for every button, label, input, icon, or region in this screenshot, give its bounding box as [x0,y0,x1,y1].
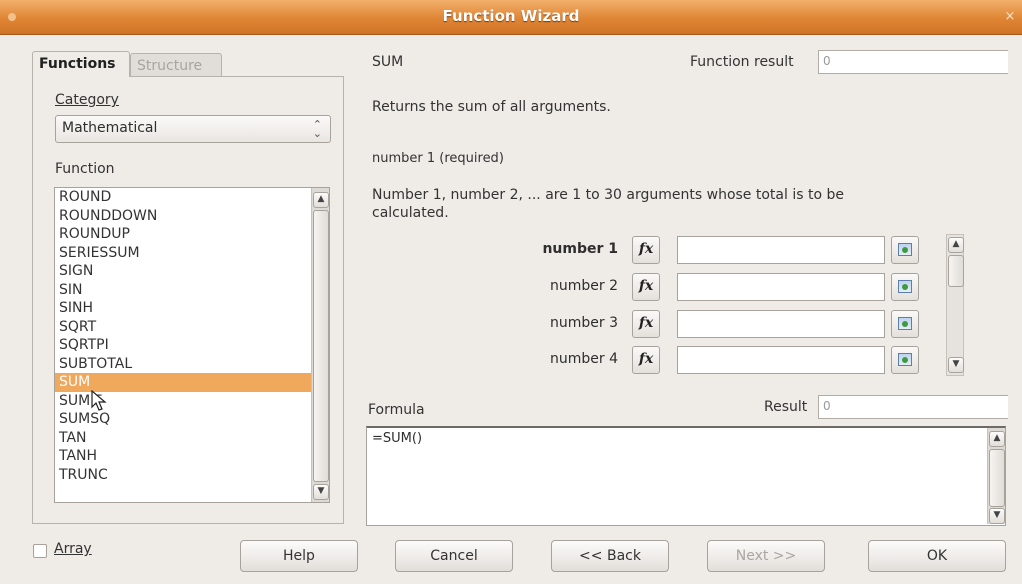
window-title: Function Wizard [442,7,580,25]
scroll-up-icon[interactable]: ▲ [313,192,329,208]
function-list-item[interactable]: SINH [55,299,329,318]
select-range-icon [898,243,912,256]
category-combo[interactable]: Mathematical ⌃ ⌄ [55,115,331,143]
formula-editor[interactable]: =SUM() ▲ ▼ [366,426,1006,526]
fx-button-number-1[interactable]: fx [632,236,660,264]
fx-button-number-2[interactable]: fx [632,273,660,301]
shrink-button-number-3[interactable] [891,310,919,338]
function-list-item[interactable]: SUM [55,373,329,392]
help-button[interactable]: Help [240,540,358,572]
mouse-cursor-icon [91,390,107,411]
select-range-icon [898,280,912,293]
formula-label: Formula [368,402,425,418]
tab-functions[interactable]: Functions [32,51,130,77]
formula-text: =SUM() [372,431,423,446]
function-result-label: Function result [690,54,794,70]
function-list-item[interactable]: SIGN [55,262,329,281]
scroll-down-icon[interactable]: ▼ [989,508,1005,524]
shrink-button-number-2[interactable] [891,273,919,301]
shrink-button-number-1[interactable] [891,236,919,264]
scroll-down-icon[interactable]: ▼ [313,484,329,500]
next-button[interactable]: Next >> [707,540,825,572]
argument-description: Number 1, number 2, ... are 1 to 30 argu… [372,186,844,222]
function-list-item[interactable]: ROUND [55,188,329,207]
function-list-item[interactable]: ROUNDUP [55,225,329,244]
scroll-thumb[interactable] [989,449,1005,507]
scroll-thumb[interactable] [313,210,329,482]
arg-input-number-3[interactable] [677,310,885,338]
category-label: Category [55,92,119,108]
close-icon[interactable]: × [1002,9,1018,25]
function-list-items: ROUND ROUNDDOWN ROUNDUP SERIESSUM SIGN SIN SIN… [55,188,329,484]
function-list-item[interactable]: SUMSQ [55,410,329,429]
argument-description-line2: calculated. [372,205,449,221]
tab-structure[interactable]: Structure [130,53,222,77]
select-range-icon [898,353,912,366]
arguments-scrollbar[interactable]: ▲ ▼ [946,234,964,376]
result-field: 0 [818,395,1008,419]
arg-label-number-3: number 3 [550,315,618,331]
scroll-thumb[interactable] [948,255,964,287]
function-list[interactable]: ROUND ROUNDDOWN ROUNDUP SERIESSUM SIGN SIN SIN… [54,187,330,503]
function-list-item[interactable]: SQRTPI [55,336,329,355]
function-list-item[interactable]: SQRT [55,318,329,337]
array-label[interactable]: Array [54,541,92,557]
cancel-button[interactable]: Cancel [395,540,513,572]
scroll-down-icon[interactable]: ▼ [948,357,964,373]
result-label: Result [764,399,808,415]
title-bar: Function Wizard × [0,0,1022,35]
argument-heading: number 1 (required) [372,151,504,166]
function-result-field: 0 [818,50,1008,74]
category-label-text: Category [55,92,119,108]
arg-input-number-4[interactable] [677,346,885,374]
function-description: Returns the sum of all arguments. [372,99,611,115]
formula-scrollbar[interactable]: ▲ ▼ [987,428,1005,524]
function-list-item[interactable]: SIN [55,281,329,300]
shrink-button-number-4[interactable] [891,346,919,374]
arg-label-number-2: number 2 [550,278,618,294]
back-button[interactable]: << Back [551,540,669,572]
function-label: Function [55,161,115,177]
function-name: SUM [372,54,404,70]
function-list-item[interactable]: TAN [55,429,329,448]
arg-label-number-1: number 1 [542,241,618,257]
select-range-icon [898,317,912,330]
function-list-item[interactable]: ROUNDDOWN [55,207,329,226]
arg-input-number-2[interactable] [677,273,885,301]
fx-button-number-4[interactable]: fx [632,346,660,374]
argument-description-line1: Number 1, number 2, ... are 1 to 30 argu… [372,187,844,203]
fx-button-number-3[interactable]: fx [632,310,660,338]
function-list-item[interactable]: TRUNC [55,466,329,485]
category-value: Mathematical [62,120,158,136]
function-list-item[interactable]: TANH [55,447,329,466]
function-list-item[interactable]: SERIESSUM [55,244,329,263]
array-checkbox[interactable] [33,544,47,558]
function-list-item[interactable]: SUBTOTAL [55,355,329,374]
combo-arrows-icon: ⌃ ⌄ [312,118,322,140]
ok-button[interactable]: OK [868,540,1006,572]
function-list-scrollbar[interactable]: ▲ ▼ [311,188,329,502]
arg-label-number-4: number 4 [550,351,618,367]
scroll-up-icon[interactable]: ▲ [989,431,1005,447]
scroll-up-icon[interactable]: ▲ [948,237,964,253]
arg-input-number-1[interactable] [677,236,885,264]
